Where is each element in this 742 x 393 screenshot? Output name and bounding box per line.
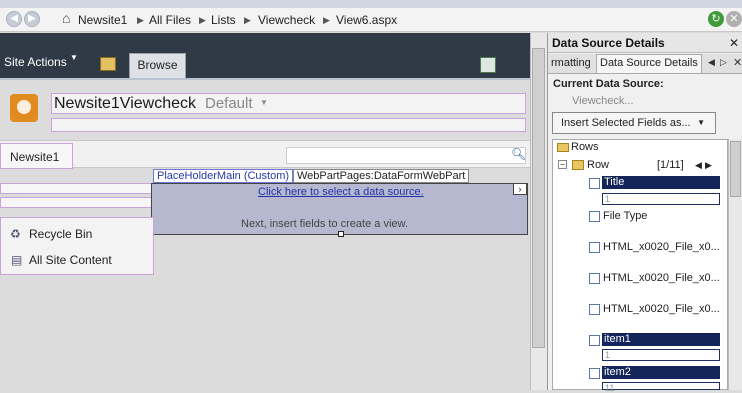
nav-item-newsite1[interactable]: Newsite1 — [0, 143, 73, 169]
current-data-source-label: Current Data Source: — [553, 78, 664, 90]
field-item1-value: 1 — [602, 349, 720, 361]
design-scrollbar-thumb[interactable] — [532, 48, 545, 348]
ribbon-divider — [0, 78, 530, 80]
tab-scroll-right-icon[interactable]: ▷ — [720, 57, 727, 68]
breadcrumb-separator: ▶ — [323, 15, 330, 25]
field-icon — [589, 211, 600, 222]
breadcrumb-item-newsite1[interactable]: Newsite1 — [78, 13, 127, 27]
insert-selected-fields-button[interactable]: Insert Selected Fields as... ▼ — [552, 112, 716, 134]
site-actions-menu[interactable]: Site Actions — [4, 55, 67, 69]
previous-row-icon[interactable]: ◀ — [695, 160, 702, 171]
stop-icon[interactable]: ✕ — [726, 11, 742, 27]
chevron-down-icon: ▼ — [697, 118, 705, 127]
field-html-file-2[interactable]: HTML_x0020_File_x0... — [603, 272, 720, 284]
view-name[interactable]: Default — [205, 95, 253, 112]
tab-browse[interactable]: Browse — [129, 53, 186, 78]
refresh-icon[interactable]: ↻ — [708, 11, 724, 27]
close-icon[interactable]: ✕ — [729, 36, 739, 50]
site-logo-icon — [10, 94, 38, 122]
quicklaunch-all-site-content[interactable]: All Site Content — [29, 253, 112, 267]
resize-handle[interactable] — [338, 231, 344, 237]
field-icon — [589, 335, 600, 346]
breadcrumb-separator: ▶ — [244, 15, 251, 25]
search-input[interactable] — [286, 147, 526, 164]
field-icon — [589, 304, 600, 315]
current-data-source-link[interactable]: Viewcheck... — [572, 95, 634, 107]
field-item1[interactable]: item1 — [602, 333, 720, 346]
tree-scrollbar-thumb[interactable] — [730, 141, 741, 197]
field-icon — [589, 178, 600, 189]
collapse-icon[interactable]: − — [558, 160, 567, 169]
field-title-value: 1 — [602, 193, 720, 205]
breadcrumb-separator: ▶ — [199, 15, 206, 25]
tab-conditional-formatting[interactable]: rmatting — [548, 55, 594, 74]
field-html-file-1[interactable]: HTML_x0020_File_x0... — [603, 241, 720, 253]
title-description-container — [51, 118, 526, 132]
breadcrumb-item-lists[interactable]: Lists — [211, 13, 236, 27]
document-tabs-strip — [0, 0, 742, 8]
sharepoint-ribbon — [0, 33, 530, 78]
field-icon — [589, 242, 600, 253]
tab-data-source-details[interactable]: Data Source Details — [596, 54, 702, 73]
breadcrumb-item-viewcheck[interactable]: Viewcheck — [258, 13, 315, 27]
field-icon — [589, 273, 600, 284]
tree-node-row[interactable]: Row — [587, 159, 609, 171]
recycle-bin-icon: ♻ — [10, 227, 21, 241]
field-icon — [589, 368, 600, 379]
back-icon[interactable]: ◀ — [6, 11, 22, 27]
left-nav-row — [0, 183, 152, 194]
field-title[interactable]: Title — [602, 176, 720, 189]
tree-node-rows[interactable]: Rows — [571, 141, 599, 153]
tab-close-icon[interactable]: ✕ — [733, 56, 742, 69]
site-content-icon: ▤ — [11, 253, 23, 267]
insert-fields-hint: Next, insert fields to create a view. — [241, 218, 408, 230]
field-item2-value: 11 — [602, 382, 720, 393]
folder-up-icon[interactable] — [100, 57, 116, 71]
breadcrumb-item-all-files[interactable]: All Files — [149, 13, 191, 27]
folder-open-icon — [572, 160, 584, 170]
row-index: [1/11] — [657, 159, 684, 171]
field-item2[interactable]: item2 — [602, 366, 720, 379]
folder-icon — [557, 143, 569, 152]
chevron-down-icon: ▼ — [260, 98, 268, 107]
left-nav-row — [0, 197, 152, 208]
placeholder-main-label[interactable]: PlaceHolderMain (Custom) — [153, 169, 294, 183]
select-data-source-link[interactable]: Click here to select a data source. — [258, 186, 424, 198]
webpart-label[interactable]: WebPartPages:DataFormWebPart — [293, 169, 470, 183]
tree-scrollbar[interactable] — [728, 139, 742, 390]
tab-scroll-left-icon[interactable]: ◀ — [708, 57, 715, 68]
home-icon[interactable]: ⌂ — [62, 11, 76, 25]
breadcrumb-separator: ▶ — [137, 15, 144, 25]
field-html-file-3[interactable]: HTML_x0020_File_x0... — [603, 303, 720, 315]
search-icon[interactable]: 🔍︎ — [511, 147, 526, 161]
breadcrumb-item-view6[interactable]: View6.aspx — [336, 13, 397, 27]
field-file-type[interactable]: File Type — [603, 210, 647, 222]
next-row-icon[interactable]: ▶ — [705, 160, 712, 171]
forward-icon[interactable]: ▶ — [24, 11, 40, 27]
quicklaunch-recycle-bin[interactable]: Recycle Bin — [29, 227, 92, 241]
site-title[interactable]: Newsite1Viewcheck — [54, 95, 196, 113]
nav-item-label: Newsite1 — [10, 150, 60, 164]
panel-title: Data Source Details — [548, 33, 742, 53]
edit-page-icon[interactable] — [480, 57, 496, 73]
insert-selected-fields-label: Insert Selected Fields as... — [561, 117, 691, 129]
webpart-menu-icon[interactable]: › — [513, 183, 527, 195]
chevron-down-icon: ▼ — [70, 53, 78, 62]
